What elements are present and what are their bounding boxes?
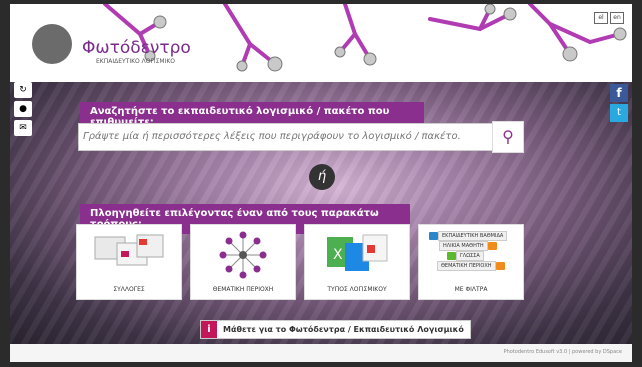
card-software-type-label: ΤΥΠΟΣ ΛΟΓΙΣΜΙΚΟΥ [327, 286, 387, 293]
feedback-icon[interactable]: ✉ [14, 120, 32, 136]
search-icon: ⚲ [502, 127, 514, 146]
browse-cards: ΣΥΛΛΟΓΕΣ ΘΕΜΑΤΙΚΗ ΠΕΡΙΟΧΗ X ΤΥΠΟΣ ΛΟΓΙΣΜ… [76, 224, 524, 300]
lang-el-button[interactable]: el [594, 12, 608, 24]
checkbox-icon [495, 262, 505, 270]
card-software-type[interactable]: X ΤΥΠΟΣ ΛΟΓΙΣΜΙΚΟΥ [304, 224, 410, 300]
lang-en-button[interactable]: en [610, 12, 624, 24]
logo-subtitle: ΕΚΠΑΙΔΕΥΤΙΚΟ ΛΟΓΙΣΜΙΚΟ [96, 58, 176, 65]
logo-title[interactable]: Φωτόδεντρο [82, 38, 191, 58]
checkbox-icon [429, 232, 438, 240]
logo-small-icon[interactable]: ● [14, 101, 32, 117]
svg-text:X: X [333, 247, 343, 263]
refresh-icon[interactable]: ↻ [14, 82, 32, 98]
footer-text: Photodentro Edusoft v3.0 | powered by DS… [503, 349, 622, 355]
filter-tag: ΗΛΙΚΙΑ ΜΑΘΗΤΗ [439, 241, 488, 251]
or-separator: ή [309, 164, 335, 190]
search-input[interactable] [79, 124, 493, 149]
page-frame: Φωτόδεντρο ΕΚΠΑΙΔΕΥΤΙΚΟ ΛΟΓΙΣΜΙΚΟ el en … [10, 4, 632, 362]
logo-icon [32, 24, 72, 64]
search-button[interactable]: ⚲ [492, 121, 524, 153]
header: Φωτόδεντρο ΕΚΠΑΙΔΕΥΤΙΚΟ ΛΟΓΙΣΜΙΚΟ el en [10, 4, 632, 82]
search-field-wrapper [78, 123, 494, 151]
checkbox-icon [487, 242, 497, 250]
facebook-icon[interactable]: f [610, 84, 628, 102]
filter-tag: ΘΕΜΑΤΙΚΗ ΠΕΡΙΟΧΗ [437, 261, 496, 271]
left-toolbar: ↻ ● ✉ [14, 82, 36, 139]
twitter-icon[interactable]: t [610, 104, 628, 122]
social-toolbar: f t [610, 84, 628, 122]
filter-row-level: ΕΚΠΑΙΔΕΥΤΙΚΗ ΒΑΘΜΙΔΑ [429, 231, 508, 241]
subject-network-icon [219, 231, 267, 279]
info-icon: i [201, 321, 217, 338]
filter-row-subject: ΘΕΜΑΤΙΚΗ ΠΕΡΙΟΧΗ [437, 261, 505, 271]
filter-tag: ΕΚΠΑΙΔΕΥΤΙΚΗ ΒΑΘΜΙΔΑ [438, 231, 508, 241]
filter-row-age: ΗΛΙΚΙΑ ΜΑΘΗΤΗ [439, 241, 497, 251]
filter-tag: ΓΛΩΣΣΑ [456, 251, 484, 261]
software-type-icon: X [327, 234, 388, 271]
collections-icon [94, 234, 164, 266]
card-collections-label: ΣΥΛΛΟΓΕΣ [113, 286, 145, 293]
footer: Photodentro Edusoft v3.0 | powered by DS… [10, 344, 632, 362]
card-filters[interactable]: ΕΚΠΑΙΔΕΥΤΙΚΗ ΒΑΘΜΙΔΑ ΗΛΙΚΙΑ ΜΑΘΗΤΗ ΓΛΩΣΣ… [418, 224, 524, 300]
language-switcher: el en [594, 12, 624, 24]
card-subject-area-label: ΘΕΜΑΤΙΚΗ ΠΕΡΙΟΧΗ [212, 286, 274, 293]
card-filters-label: ΜΕ ΦΙΛΤΡΑ [454, 286, 488, 293]
filter-row-language: ΓΛΩΣΣΑ [447, 251, 484, 261]
learn-more-link[interactable]: i Μάθετε για το Φωτόδεντρα / Εκπαιδευτικ… [200, 320, 471, 339]
card-collections[interactable]: ΣΥΛΛΟΓΕΣ [76, 224, 182, 300]
checkbox-icon [447, 252, 456, 260]
learn-more-text: Μάθετε για το Φωτόδεντρα / Εκπαιδευτικό … [223, 325, 464, 334]
card-subject-area[interactable]: ΘΕΜΑΤΙΚΗ ΠΕΡΙΟΧΗ [190, 224, 296, 300]
